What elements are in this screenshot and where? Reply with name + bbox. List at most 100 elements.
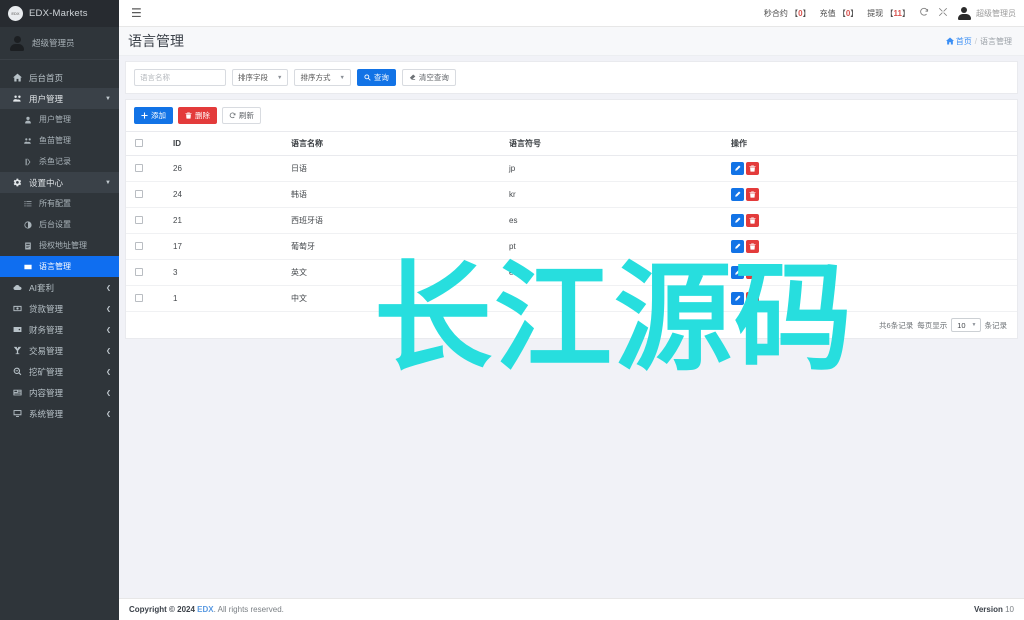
sidebar-item-5[interactable]: 设置中心 ▼ [0, 172, 119, 193]
delete-row-button[interactable] [746, 266, 760, 279]
sidebar-brand[interactable]: EDX EDX-Markets [0, 0, 119, 27]
fullscreen-icon[interactable] [938, 7, 948, 20]
knife-icon [21, 158, 34, 166]
footer-brand-link[interactable]: EDX [197, 605, 213, 614]
chevron-left-icon: ❮ [105, 306, 111, 312]
sidebar-item-10[interactable]: AI套利 ❮ [0, 277, 119, 298]
users-icon [11, 94, 24, 103]
app-root: EDX EDX-Markets 超级管理员 后台首页 用户管理 ▼ 用户管理 鱼苗管理杀… [0, 0, 1024, 620]
pagination-suffix: 条记录 [984, 320, 1008, 330]
eraser-icon [409, 74, 416, 80]
sidebar-item-4[interactable]: 杀鱼记录 [0, 151, 119, 172]
topbar-avatar [957, 6, 971, 20]
stat-withdraw[interactable]: 提现 【11】 [867, 8, 910, 19]
sidebar-item-1[interactable]: 用户管理 ▼ [0, 88, 119, 109]
row-select-cell [126, 181, 164, 208]
row-id: 17 [164, 233, 282, 260]
sidebar-user-panel[interactable]: 超级管理员 [0, 27, 119, 60]
menu-toggle-icon[interactable]: ☰ [131, 7, 142, 19]
page-header: 语言管理 首页 / 语言管理 [119, 27, 1024, 56]
refresh-button[interactable]: 刷新 [222, 107, 261, 124]
sidebar-item-0[interactable]: 后台首页 [0, 67, 119, 88]
table-row: 26 日语 jp [126, 155, 1017, 182]
sidebar-item-2[interactable]: 用户管理 [0, 109, 119, 130]
topbar-right: 秒合约 【0】 充值 【0】 提现 【11】 超级管理员 [764, 6, 1016, 20]
sidebar-item-label: 所有配置 [39, 199, 71, 208]
sort-field-label: 排序字段 [238, 73, 268, 82]
chevron-left-icon: ❮ [105, 411, 111, 417]
delete-row-button[interactable] [746, 292, 760, 305]
search-button[interactable]: 查询 [356, 69, 396, 86]
delete-row-button[interactable] [746, 162, 760, 175]
row-symbol [500, 285, 722, 312]
pagination: 共6条记录 每页显示 10 ▼ 条记录 [126, 312, 1017, 338]
chevron-left-icon: ❮ [105, 327, 111, 333]
delete-row-button[interactable] [746, 240, 760, 253]
sidebar-item-13[interactable]: 交易管理 ❮ [0, 340, 119, 361]
row-checkbox[interactable] [135, 293, 143, 302]
sidebar-item-15[interactable]: 内容管理 ❮ [0, 382, 119, 403]
clear-search-button-label: 清空查询 [418, 73, 449, 82]
row-checkbox[interactable] [135, 267, 143, 276]
table-header-symbol[interactable]: 语言符号 [500, 131, 722, 156]
monitor-icon [11, 409, 24, 418]
sidebar-item-11[interactable]: 贷款管理 ❮ [0, 298, 119, 319]
sidebar-item-7[interactable]: 后台设置 [0, 214, 119, 235]
sidebar-item-label: 交易管理 [29, 345, 64, 356]
table-header-id[interactable]: ID [164, 131, 282, 156]
row-id: 3 [164, 259, 282, 286]
topbar-user[interactable]: 超级管理员 [957, 6, 1016, 20]
row-checkbox[interactable] [135, 163, 143, 172]
sidebar-item-9[interactable]: 语言管理 [0, 256, 119, 277]
brand-logo-icon: EDX [8, 6, 23, 21]
row-checkbox[interactable] [135, 189, 143, 198]
sidebar-item-12[interactable]: 财务管理 ❮ [0, 319, 119, 340]
edit-row-button[interactable] [731, 214, 744, 227]
pencil-icon [735, 243, 741, 249]
table-header-select-all [126, 131, 164, 156]
select-all-checkbox[interactable] [135, 138, 143, 147]
edit-row-button[interactable] [731, 188, 744, 201]
table-header-name[interactable]: 语言名称 [282, 131, 500, 156]
book-icon [21, 242, 34, 250]
breadcrumb-home[interactable]: 首页 [945, 36, 972, 47]
stat-seconds-contract[interactable]: 秒合约 【0】 [764, 8, 811, 19]
page-title: 语言管理 [128, 33, 184, 49]
per-page-select[interactable]: 10 ▼ [951, 318, 981, 332]
footer-version-label: Version [973, 605, 1003, 614]
search-input[interactable] [134, 69, 226, 86]
edit-row-button[interactable] [731, 266, 744, 279]
row-symbol: jp [500, 155, 722, 182]
sidebar-item-8[interactable]: 授权地址管理 [0, 235, 119, 256]
sort-order-select[interactable]: 排序方式 ▼ [294, 69, 351, 86]
sidebar-item-14[interactable]: 挖矿管理 ❮ [0, 361, 119, 382]
pagination-total: 共6条记录 [879, 320, 914, 330]
row-name: 韩语 [282, 181, 500, 208]
edit-row-button[interactable] [731, 292, 744, 305]
refresh-icon[interactable] [919, 7, 929, 20]
edit-row-button[interactable] [731, 162, 744, 175]
chevron-down-icon: ▼ [971, 322, 977, 328]
table-header-actions: 操作 [722, 131, 1017, 156]
row-checkbox[interactable] [135, 215, 143, 224]
delete-row-button[interactable] [746, 188, 760, 201]
sidebar-item-6[interactable]: 所有配置 [0, 193, 119, 214]
sidebar-item-label: 授权地址管理 [39, 241, 87, 250]
per-page-value: 10 [957, 320, 966, 330]
add-button[interactable]: 添加 [134, 107, 173, 124]
stat-deposit[interactable]: 充值 【0】 [820, 8, 859, 19]
clear-search-button[interactable]: 清空查询 [401, 69, 456, 86]
stat-withdraw-label: 提现 [867, 8, 884, 18]
delete-button[interactable]: 删除 [178, 107, 217, 124]
user-icon [21, 116, 34, 124]
sort-field-select[interactable]: 排序字段 ▼ [232, 69, 289, 86]
sidebar-item-16[interactable]: 系统管理 ❮ [0, 403, 119, 424]
sidebar-item-3[interactable]: 鱼苗管理 [0, 130, 119, 151]
row-symbol: es [500, 207, 722, 234]
chevron-left-icon: ❮ [105, 285, 111, 291]
row-checkbox[interactable] [135, 241, 143, 250]
filter-card: 排序字段 ▼ 排序方式 ▼ 查询 清空查询 [125, 61, 1018, 94]
chevron-down-icon: ▼ [105, 95, 111, 102]
edit-row-button[interactable] [731, 240, 744, 253]
delete-row-button[interactable] [746, 214, 760, 227]
